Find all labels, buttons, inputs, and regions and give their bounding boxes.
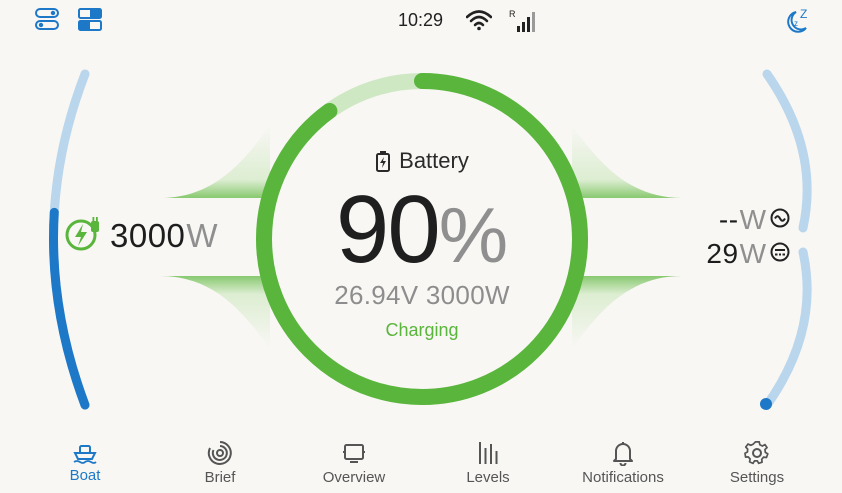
nav-item-notifications[interactable]: Notifications [556,432,690,486]
nav-item-overview[interactable]: Overview [287,432,421,486]
nav-label-notifications: Notifications [582,469,664,486]
right-gauge-marker [760,398,772,410]
shore-power-icon [64,216,104,257]
shore-power-readout[interactable]: 3000 W [64,216,218,256]
left-wing-bottom-glow [160,276,270,349]
levels-icon [479,442,498,464]
ac-output-icon [770,208,790,233]
battery-state: Charging [385,320,459,340]
nav-label-levels: Levels [466,469,510,486]
wifi-icon [465,9,493,36]
nav-item-settings[interactable]: Settings [690,432,824,486]
overview-icon [343,444,365,463]
nav-label-brief: Brief [204,469,236,486]
dc-output-value: 29 [706,238,739,269]
svg-text:Z: Z [800,7,807,21]
nav-label-overview: Overview [322,469,386,486]
svg-text:z: z [794,19,798,28]
gear-icon [744,441,769,465]
nav-item-boat[interactable]: Boat [18,432,152,484]
bottom-nav: Boat Brief Overview Levels Notifications… [0,432,842,493]
battery-panel[interactable]: Battery 90% 26.94V 3000W Charging [255,72,589,406]
status-bar: 10:29 R z Z [0,0,842,42]
battery-percent-sign: % [438,191,509,279]
layout-icon[interactable] [77,6,103,37]
battery-title-row: Battery [255,148,589,174]
nav-item-levels[interactable]: Levels [421,432,555,486]
shore-power-value: 3000 [110,217,186,254]
left-wing-top-glow [160,125,270,198]
nav-item-brief[interactable]: Brief [153,432,287,486]
dc-output-readout[interactable]: 29 W [706,238,790,270]
signal-roaming-label: R [509,9,516,19]
nav-label-settings: Settings [729,469,785,486]
ac-output-unit: W [739,204,766,235]
battery-voltage-power: 26.94V 3000W [334,280,510,310]
toggles-icon[interactable] [34,6,60,37]
shore-power-unit: W [186,217,218,254]
brief-icon [207,441,232,465]
ac-output-readout[interactable]: -- W [719,204,790,236]
clock: 10:29 [398,10,444,30]
battery-percent: 90% [255,180,589,285]
sleep-moon-icon[interactable]: z Z [782,6,812,39]
battery-percent-value: 90 [335,176,441,283]
nav-label-boat: Boat [69,467,101,484]
battery-title: Battery [399,148,469,173]
boat-icon [73,445,97,464]
signal-icon: R [509,8,537,39]
dc-output-icon [770,242,790,267]
ac-output-value: -- [718,204,739,235]
battery-charging-icon [376,151,391,172]
dc-output-unit: W [739,238,766,269]
bell-icon [613,442,633,466]
